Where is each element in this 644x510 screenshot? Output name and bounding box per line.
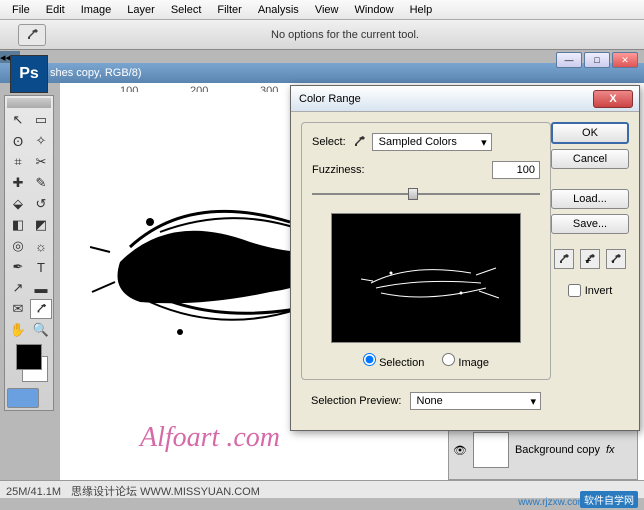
selection-preview-image[interactable] <box>331 213 521 343</box>
tool-preset-eyedropper[interactable] <box>18 24 46 46</box>
window-controls: — □ ✕ <box>556 52 638 68</box>
selection-preview-dropdown[interactable]: None <box>410 392 542 410</box>
gradient-tool[interactable]: ◩ <box>30 215 52 235</box>
svg-text:-: - <box>611 255 615 265</box>
status-credit: 思缘设计论坛 WWW.MISSYUAN.COM <box>71 486 260 498</box>
screen-mode-button[interactable] <box>7 388 39 408</box>
zoom-tool[interactable]: 🔍 <box>30 320 52 340</box>
type-tool[interactable]: T <box>30 257 52 277</box>
window-close[interactable]: ✕ <box>612 52 638 68</box>
load-button[interactable]: Load... <box>551 189 629 209</box>
dodge-tool[interactable]: ☼ <box>30 236 52 256</box>
sample-eyedropper[interactable] <box>554 249 574 269</box>
window-minimize[interactable]: — <box>556 52 582 68</box>
layer-name[interactable]: Background copy <box>515 444 600 456</box>
document-titlebar: shes copy, RGB/8) <box>0 63 644 83</box>
add-eyedropper[interactable]: + <box>580 249 600 269</box>
marquee-tool[interactable]: ▭ <box>30 110 52 130</box>
watermark-url: www.rjzxw.com <box>518 497 586 508</box>
foreground-swatch[interactable] <box>16 344 42 370</box>
dialog-titlebar[interactable]: Color Range X <box>291 86 639 112</box>
wand-tool[interactable]: ✧ <box>30 131 52 151</box>
signature-text: Alfoart .com <box>140 422 280 454</box>
radio-image[interactable]: Image <box>442 353 489 369</box>
cancel-button[interactable]: Cancel <box>551 149 629 169</box>
layer-thumbnail[interactable] <box>473 432 509 468</box>
svg-text:+: + <box>585 255 591 265</box>
menu-analysis[interactable]: Analysis <box>250 2 307 18</box>
brush-tool[interactable]: ✎ <box>30 173 52 193</box>
menu-help[interactable]: Help <box>402 2 441 18</box>
menu-edit[interactable]: Edit <box>38 2 73 18</box>
heal-tool[interactable]: ✚ <box>7 173 29 193</box>
menu-file[interactable]: File <box>4 2 38 18</box>
radio-selection[interactable]: Selection <box>363 353 424 369</box>
watermark-brand: 软件自学网 <box>580 491 638 508</box>
menu-window[interactable]: Window <box>346 2 401 18</box>
dialog-close-button[interactable]: X <box>593 90 633 108</box>
visibility-eye-icon[interactable]: 👁 <box>453 444 467 457</box>
path-tool[interactable]: ↗ <box>7 278 29 298</box>
invert-label: Invert <box>585 285 613 297</box>
menu-layer[interactable]: Layer <box>119 2 163 18</box>
history-brush-tool[interactable]: ↺ <box>30 194 52 214</box>
options-bar: No options for the current tool. <box>0 20 644 50</box>
toolbox: ↖ ▭ ʘ ✧ ⌗ ✂ ✚ ✎ ⬙ ↺ ◧ ◩ ◎ ☼ ✒ T ↗ ▬ ✉ ✋ … <box>4 95 54 411</box>
color-swatches[interactable] <box>7 344 51 382</box>
eraser-tool[interactable]: ◧ <box>7 215 29 235</box>
hand-tool[interactable]: ✋ <box>7 320 29 340</box>
document-title-text: shes copy, RGB/8) <box>50 67 142 79</box>
invert-checkbox[interactable] <box>568 284 581 297</box>
eyedropper-icon <box>352 135 366 149</box>
selection-preview-label: Selection Preview: <box>311 395 402 407</box>
stamp-tool[interactable]: ⬙ <box>7 194 29 214</box>
slice-tool[interactable]: ✂ <box>30 152 52 172</box>
fuzziness-label: Fuzziness: <box>312 164 365 176</box>
lasso-tool[interactable]: ʘ <box>7 131 29 151</box>
notes-tool[interactable]: ✉ <box>7 299 29 319</box>
color-range-dialog: Color Range X Select: Sampled Colors Fuz… <box>290 85 640 431</box>
select-label: Select: <box>312 136 346 148</box>
layer-fx-badge[interactable]: fx <box>606 444 615 456</box>
menu-select[interactable]: Select <box>163 2 210 18</box>
window-maximize[interactable]: □ <box>584 52 610 68</box>
menu-view[interactable]: View <box>307 2 347 18</box>
crop-tool[interactable]: ⌗ <box>7 152 29 172</box>
blur-tool[interactable]: ◎ <box>7 236 29 256</box>
eyedropper-tool[interactable] <box>30 299 52 319</box>
toolbox-grip[interactable] <box>7 98 51 108</box>
status-bar: 25M/41.1M 思缘设计论坛 WWW.MISSYUAN.COM <box>0 480 644 498</box>
menu-filter[interactable]: Filter <box>209 2 249 18</box>
shape-tool[interactable]: ▬ <box>30 278 52 298</box>
move-tool[interactable]: ↖ <box>7 110 29 130</box>
ps-app-icon: Ps <box>10 55 48 93</box>
select-dropdown[interactable]: Sampled Colors <box>372 133 492 151</box>
sub-eyedropper[interactable]: - <box>606 249 626 269</box>
options-message: No options for the current tool. <box>46 29 644 41</box>
fuzziness-input[interactable] <box>492 161 540 179</box>
pen-tool[interactable]: ✒ <box>7 257 29 277</box>
select-fieldset: Select: Sampled Colors Fuzziness: <box>301 122 551 380</box>
dialog-title-text: Color Range <box>299 93 361 105</box>
ok-button[interactable]: OK <box>551 122 629 144</box>
status-zoom: 25M/41.1M <box>6 486 61 498</box>
fuzziness-slider[interactable] <box>312 185 540 203</box>
save-button[interactable]: Save... <box>551 214 629 234</box>
menu-bar: File Edit Image Layer Select Filter Anal… <box>0 0 644 20</box>
menu-image[interactable]: Image <box>73 2 120 18</box>
